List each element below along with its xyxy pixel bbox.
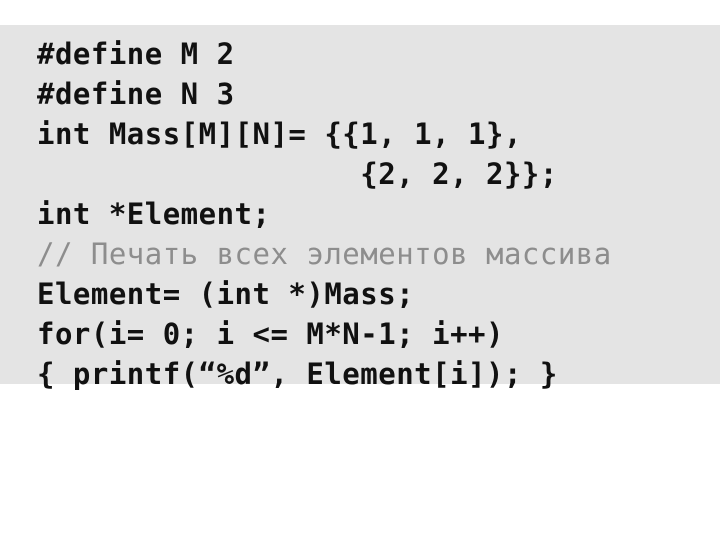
code-line-comment: // Печать всех элементов массива [37, 237, 612, 271]
code-line-array-declaration: int Mass[M][N]= {{1, 1, 1}, [37, 117, 522, 151]
code-line-printf-body: { printf(“%d”, Element[i]); } [37, 357, 558, 391]
code-line-array-second-row: {2, 2, 2}}; [37, 157, 558, 191]
code-listing-panel: #define M 2 #define N 3 int Mass[M][N]= … [0, 25, 720, 391]
code-line-pointer-declaration: int *Element; [37, 197, 271, 231]
code-line-define-m: #define M 2 [37, 37, 235, 71]
code-line-pointer-assignment: Element= (int *)Mass; [37, 277, 415, 311]
code-line-define-n: #define N 3 [37, 77, 235, 111]
slide-canvas: #define M 2 #define N 3 int Mass[M][N]= … [0, 0, 720, 540]
code-line-for-loop: for(i= 0; i <= M*N-1; i++) [37, 317, 504, 351]
